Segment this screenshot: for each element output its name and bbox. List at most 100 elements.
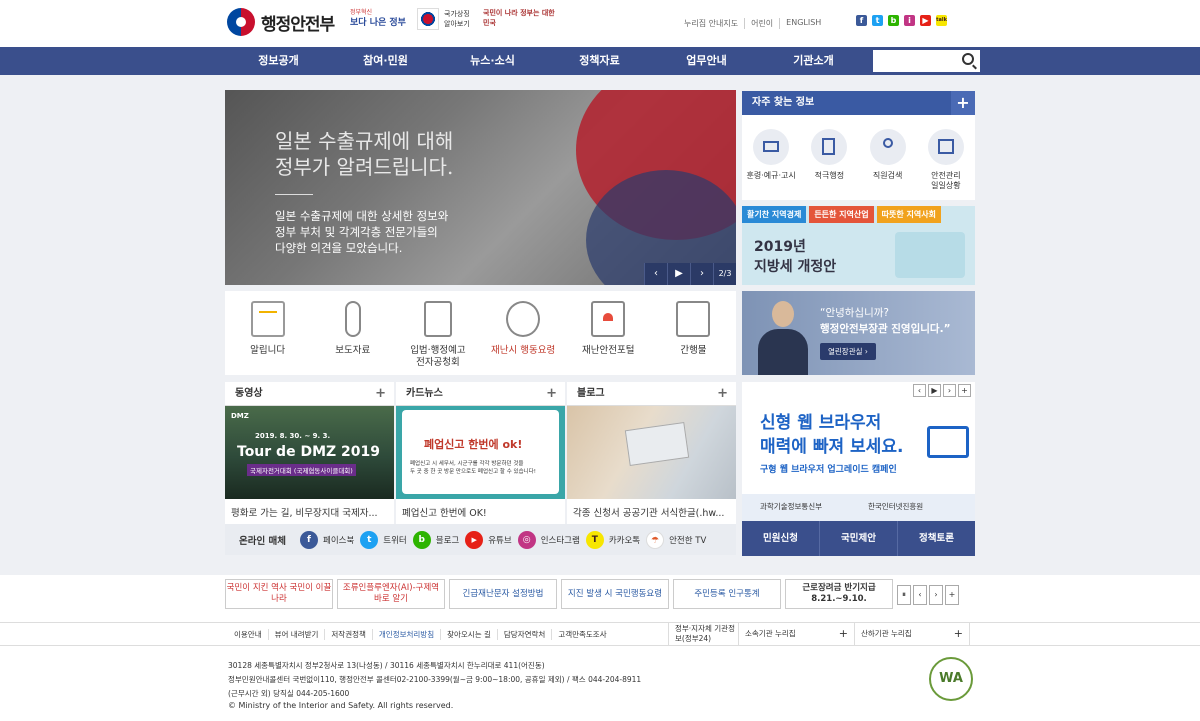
blog-caption[interactable]: 각종 신청서 공공기관 서식한글(.hw... [567, 499, 736, 525]
sitemap-link[interactable]: 누리집 안내지도 [684, 18, 746, 29]
cardnews-thumbnail[interactable]: 폐업신고 한번에 ok! 폐업신고 시 세무서, 시군구를 각각 방문하던 것을… [396, 406, 565, 499]
more-banner-button[interactable]: + [958, 384, 971, 397]
footer-link-guide[interactable]: 이용안내 [228, 628, 269, 640]
logo-text: 행정안전부 [261, 14, 335, 35]
search-icon[interactable] [962, 53, 974, 65]
footer-link-privacy[interactable]: 개인정보처리방침 [373, 628, 442, 640]
banner-earned-income-credit[interactable]: 근로장려금 반기지급 8.21.~9.10. [785, 579, 893, 609]
nav-work-guide[interactable]: 업무안내 [653, 47, 760, 75]
national-symbol-banner[interactable]: 국가상징 알아보기 [417, 8, 472, 30]
media-facebook[interactable]: f 페이스북 [300, 530, 354, 549]
main-navigation: 정보공개 참여·민원 뉴스·소식 정책자료 업무안내 기관소개 [0, 47, 1200, 75]
hero-slider[interactable]: 일본 수출규제에 대해 정부가 알려드립니다. 일본 수출규제에 대한 상세한 정… [225, 90, 736, 285]
quick-item-notice[interactable]: 알립니다 [225, 291, 310, 375]
copyright: © Ministry of the Interior and Safety. A… [228, 701, 454, 710]
next-banner-button[interactable]: › [943, 384, 956, 397]
utility-links: 누리집 안내지도 어린이 ENGLISH [684, 18, 827, 29]
play-banner-button[interactable]: ▶ [928, 384, 941, 397]
footer-link-survey[interactable]: 고객만족도조사 [552, 629, 612, 640]
slide-pager: 2/3 [713, 263, 736, 285]
inbox-tray-icon [753, 129, 790, 165]
media-instagram[interactable]: ◎ 인스타그램 [517, 530, 580, 549]
video-thumbnail[interactable]: DMZ 2019. 8. 30. ~ 9. 3. Tour de DMZ 201… [225, 406, 394, 499]
play-button[interactable]: ▶ [667, 263, 690, 285]
banner-earthquake-guide[interactable]: 지진 발생 시 국민행동요령 [561, 579, 669, 609]
gov-site-select[interactable]: 정부·지자체 기관정보(정부24) [668, 622, 738, 646]
prev-slide-button[interactable]: ‹ [644, 263, 667, 285]
facebook-icon[interactable]: f [856, 15, 867, 26]
media-safe-tv[interactable]: ☂ 안전한 TV [646, 530, 706, 549]
prev-icon[interactable]: ‹ [913, 585, 927, 605]
blog-thumbnail[interactable] [567, 406, 736, 499]
pause-icon[interactable]: ⏸ [897, 585, 911, 605]
minister-banner[interactable]: “안녕하십니까? 행정안전부장관 진영입니다.” 열린장관실 › [742, 291, 975, 375]
video-more-icon[interactable]: + [375, 382, 386, 406]
nav-about[interactable]: 기관소개 [760, 47, 867, 75]
banner-100th-anniversary[interactable]: 국민이 지킨 역사 국민이 이끌 나라 [225, 579, 333, 609]
safe-tv-icon: ☂ [646, 530, 665, 549]
blog-icon: b [412, 530, 431, 549]
nav-news[interactable]: 뉴스·소식 [439, 47, 546, 75]
nav-info-disclosure[interactable]: 정보공개 [225, 47, 332, 75]
quick-item-disaster-guide[interactable]: 재난시 행동요령 [481, 291, 566, 375]
sns-links: f t b i ▶ talk [856, 15, 947, 26]
banner-population-stats[interactable]: 주민등록 인구통계 [673, 579, 781, 609]
youtube-icon: ▶ [465, 530, 484, 549]
youtube-icon[interactable]: ▶ [920, 15, 931, 26]
plus-icon[interactable]: + [945, 585, 959, 605]
fav-item-active-admin[interactable]: 적극행정 [802, 129, 856, 191]
cardnews-panel: 카드뉴스 + 폐업신고 한번에 ok! 폐업신고 시 세무서, 시군구를 각각 방… [396, 382, 565, 524]
affiliate-site-select[interactable]: 소속기관 누리집 + [738, 622, 854, 646]
fav-item-staff-search[interactable]: 직원검색 [861, 129, 915, 191]
frequent-info-title: 자주 찾는 정보 [752, 97, 815, 108]
cardnews-more-icon[interactable]: + [546, 382, 557, 406]
search-input[interactable] [873, 50, 953, 70]
frequent-info-more-icon[interactable]: + [951, 91, 975, 115]
policy-debate-button[interactable]: 정책토론 [898, 521, 975, 556]
banner-avian-flu[interactable]: 조류인플루엔자(AI)-구제역 바로 알기 [337, 579, 445, 609]
instagram-icon[interactable]: i [904, 15, 915, 26]
minister-office-button[interactable]: 열린장관실 › [820, 343, 876, 360]
calendar-icon [927, 129, 964, 165]
nav-participation[interactable]: 참여·민원 [332, 47, 439, 75]
speech-bubble-icon [506, 301, 541, 337]
cardnews-caption[interactable]: 폐업신고 한번에 OK! [396, 499, 565, 525]
hero-controls: ‹ ▶ › 2/3 [644, 263, 736, 285]
prev-banner-button[interactable]: ‹ [913, 384, 926, 397]
quick-item-press[interactable]: 보도자료 [310, 291, 395, 375]
english-link[interactable]: ENGLISH [786, 18, 827, 29]
blog-more-icon[interactable]: + [717, 382, 728, 406]
footer-link-viewer[interactable]: 뷰어 내려받기 [269, 628, 326, 640]
subsidiary-site-select[interactable]: 산하기관 누리집 + [854, 622, 970, 646]
taegeuk-emblem-icon [227, 8, 255, 36]
next-icon[interactable]: › [929, 585, 943, 605]
banner-emergency-sms[interactable]: 긴급재난문자 설정방법 [449, 579, 557, 609]
footer-link-copyright[interactable]: 저작권정책 [325, 628, 373, 640]
nav-policy[interactable]: 정책자료 [546, 47, 653, 75]
site-logo[interactable]: 행정안전부 [227, 8, 335, 36]
kakaotalk-icon[interactable]: talk [936, 15, 947, 26]
fav-item-regulations[interactable]: 훈령·예규·고시 [744, 129, 798, 191]
media-blog[interactable]: b 블로그 [412, 530, 459, 549]
local-tax-banner[interactable]: 활기찬 지역경제 든든한 지역산업 따뜻한 지역사회 2019년 지방세 개정안 [742, 206, 975, 285]
kids-link[interactable]: 어린이 [751, 18, 781, 29]
quick-item-publications[interactable]: 간행물 [651, 291, 736, 375]
next-slide-button[interactable]: › [690, 263, 713, 285]
video-caption[interactable]: 평화로 가는 길, 비무장지대 국제자... [225, 499, 394, 525]
footer-link-directions[interactable]: 찾아오시는 길 [441, 628, 498, 640]
monitor-icon [927, 426, 969, 458]
media-youtube[interactable]: ▶ 유튜브 [465, 530, 512, 549]
clipboard-search-icon [811, 129, 848, 165]
nation-slogan-banner[interactable]: 국민이 나라 정부는 대한민국 [483, 8, 558, 28]
civil-petition-button[interactable]: 민원신청 [742, 521, 820, 556]
quick-item-legislation[interactable]: 입법·행정예고 전자공청회 [395, 291, 480, 375]
citizen-proposal-button[interactable]: 국민제안 [820, 521, 898, 556]
gov-innovation-banner[interactable]: 정부혁신 보다 나은 정부 [350, 8, 406, 28]
blog-icon[interactable]: b [888, 15, 899, 26]
media-twitter[interactable]: t 트위터 [360, 530, 407, 549]
footer-link-contacts[interactable]: 담당자연락처 [498, 628, 553, 640]
twitter-icon[interactable]: t [872, 15, 883, 26]
media-kakaotalk[interactable]: T 카카오톡 [585, 530, 640, 549]
fav-item-safety-status[interactable]: 안전관리 일일상황 [919, 129, 973, 191]
quick-item-safety-portal[interactable]: 재난안전포털 [566, 291, 651, 375]
